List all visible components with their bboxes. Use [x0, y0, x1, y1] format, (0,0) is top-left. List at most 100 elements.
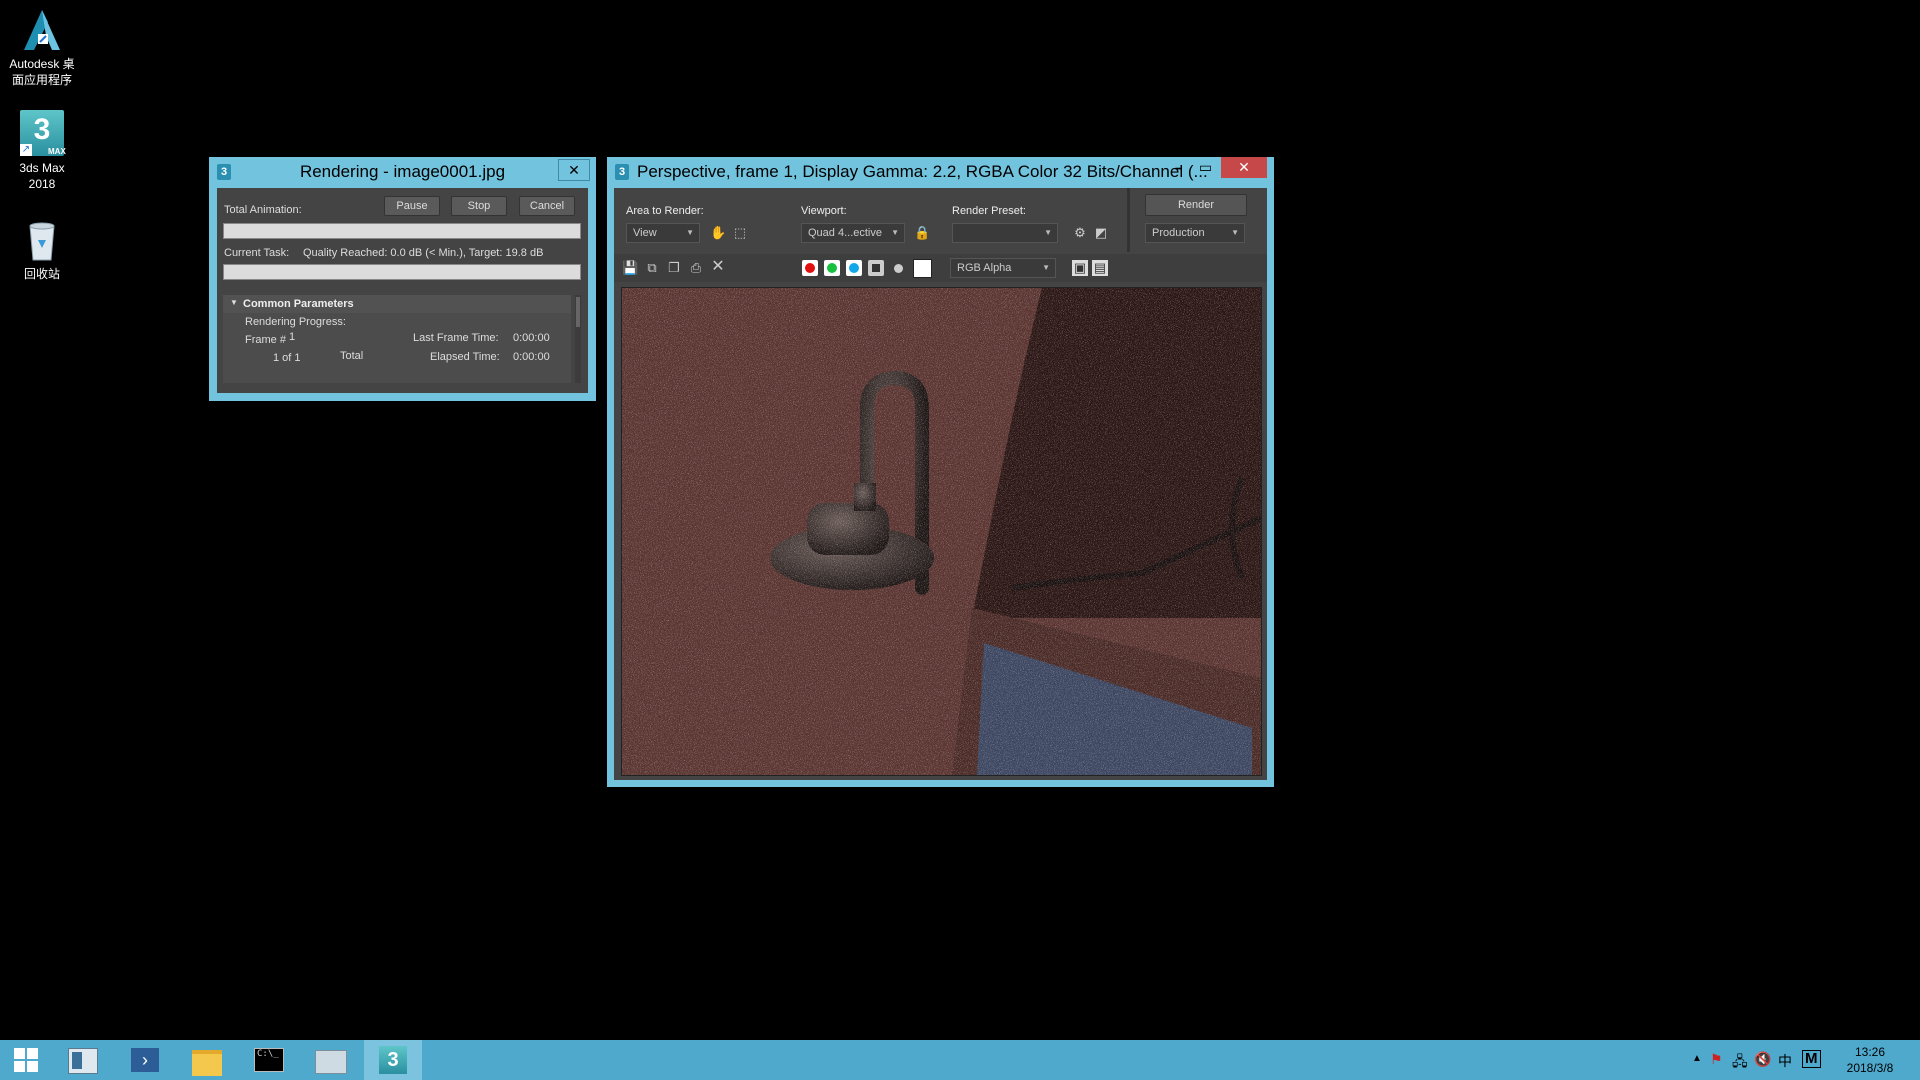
scrollbar[interactable]: [575, 295, 581, 383]
viewport-dropdown[interactable]: Quad 4...ective ▼: [801, 223, 905, 243]
recycle-bin-icon: [18, 216, 66, 264]
close-icon: ✕: [1238, 159, 1250, 175]
monochrome-icon[interactable]: [894, 264, 903, 273]
last-frame-time-value: 0:00:00: [513, 332, 550, 344]
3dsmax-icon: 3: [379, 1046, 407, 1074]
edit-region-icon[interactable]: ✋: [710, 225, 726, 241]
maximize-icon: ▭: [1198, 159, 1213, 175]
3dsmax-icon: 3: [615, 164, 629, 180]
dropdown-arrow-icon: ▼: [1231, 228, 1239, 237]
close-button[interactable]: ✕: [558, 159, 590, 181]
system-tray: ▲ ⚑ 🖧 🔇 中 M 13:26 2018/3/8: [1680, 1040, 1920, 1080]
dropdown-arrow-icon: ▼: [1042, 263, 1050, 272]
elapsed-time-value: 0:00:00: [513, 351, 550, 363]
total-animation-progress-bar: [223, 223, 581, 239]
render-button[interactable]: Render: [1145, 194, 1247, 216]
render-setup-icon[interactable]: ⚙: [1072, 225, 1088, 241]
image-viewer-icon: [315, 1050, 347, 1074]
title-bar[interactable]: 3 Rendering - image0001.jpg ✕: [209, 157, 596, 187]
server-manager-icon: [68, 1048, 98, 1074]
auto-region-icon[interactable]: ⬚: [732, 225, 748, 241]
volume-muted-icon[interactable]: 🔇: [1754, 1051, 1771, 1068]
desktop-icon-3dsmax[interactable]: 3 MAX ↗ 3ds Max 2018: [0, 110, 84, 192]
green-channel-icon: [827, 263, 837, 273]
background-color-swatch[interactable]: [913, 259, 932, 278]
frame-label: Frame #: [245, 334, 286, 346]
channel-dropdown[interactable]: RGB Alpha ▼: [950, 258, 1056, 278]
folder-icon: [192, 1050, 222, 1076]
progress-panel: Total Animation: Pause Stop Cancel Curre…: [217, 188, 588, 393]
desktop-icon-label: 3ds Max 2018: [19, 161, 65, 191]
minimize-icon: ━: [1175, 164, 1182, 175]
ime-indicator[interactable]: M: [1802, 1050, 1821, 1068]
taskbar-server-manager[interactable]: [54, 1040, 112, 1080]
cancel-button[interactable]: Cancel: [519, 196, 575, 216]
rollout-title: Common Parameters: [243, 298, 354, 310]
rendering-progress-label: Rendering Progress:: [245, 316, 346, 328]
desktop-icon-recycle-bin[interactable]: 回收站: [0, 216, 84, 282]
render-preset-label: Render Preset:: [952, 205, 1026, 217]
network-icon[interactable]: 🖧: [1732, 1051, 1748, 1075]
area-to-render-dropdown[interactable]: View ▼: [626, 223, 700, 243]
current-task-progress-bar: [223, 264, 581, 280]
taskbar-3dsmax[interactable]: 3: [364, 1040, 422, 1080]
copy-image-icon[interactable]: ⧉: [644, 260, 660, 276]
frame-toolbar: 💾 ⧉ ❐ ⎙ ✕ RGB Alpha ▼ ▣ ▤: [614, 254, 1267, 282]
rendering-progress-window: 3 Rendering - image0001.jpg ✕ Total Anim…: [209, 157, 596, 401]
autodesk-logo-icon: [18, 6, 66, 54]
lock-icon[interactable]: 🔒: [914, 225, 930, 241]
3dsmax-app-icon: 3 MAX ↗: [18, 110, 66, 158]
green-channel-toggle[interactable]: [824, 260, 840, 276]
current-task-label: Current Task:: [224, 247, 290, 259]
common-parameters-rollout: ▼ Common Parameters Rendering Progress: …: [223, 295, 571, 383]
rollout-header[interactable]: ▼ Common Parameters: [223, 295, 571, 313]
clear-icon[interactable]: ✕: [710, 259, 726, 275]
action-center-flag-icon[interactable]: ⚑: [1710, 1051, 1723, 1068]
show-hidden-icons-chevron-icon[interactable]: ▲: [1692, 1053, 1702, 1064]
clock[interactable]: 13:26 2018/3/8: [1830, 1044, 1910, 1076]
total-label: Total: [340, 350, 364, 362]
blue-channel-icon: [849, 263, 859, 273]
dropdown-arrow-icon: ▼: [686, 228, 694, 237]
print-image-icon[interactable]: ⎙: [688, 260, 704, 276]
toggle-ui-icon[interactable]: ▤: [1092, 260, 1108, 276]
frame-value: 1: [289, 331, 296, 343]
desktop-icon-label: 回收站: [23, 267, 60, 281]
current-task-value: Quality Reached: 0.0 dB (< Min.), Target…: [303, 247, 544, 259]
close-icon: ✕: [568, 162, 580, 178]
taskbar-image-viewer[interactable]: [302, 1040, 360, 1080]
frame-of-value: 1 of 1: [273, 352, 301, 364]
clock-time: 13:26: [1854, 1045, 1886, 1059]
production-dropdown[interactable]: Production ▼: [1145, 223, 1245, 243]
blue-channel-toggle[interactable]: [846, 260, 862, 276]
maximize-button[interactable]: ▭: [1192, 157, 1219, 178]
minimize-button[interactable]: ━: [1165, 157, 1192, 178]
red-channel-toggle[interactable]: [802, 260, 818, 276]
save-image-icon[interactable]: 💾: [622, 260, 638, 276]
title-bar[interactable]: 3 Perspective, frame 1, Display Gamma: 2…: [607, 157, 1274, 187]
taskbar-file-explorer[interactable]: [178, 1040, 236, 1080]
close-button[interactable]: ✕: [1221, 157, 1267, 178]
total-animation-label: Total Animation:: [224, 204, 302, 216]
taskbar: › C:\_ 3 ▲ ⚑ 🖧 🔇 中 M 13:26 2018/3/8: [0, 1040, 1920, 1080]
taskbar-powershell[interactable]: ›: [116, 1040, 174, 1080]
alpha-channel-icon: [872, 264, 880, 272]
taskbar-command-prompt[interactable]: C:\_: [240, 1040, 298, 1080]
toggle-ui-overlay-icon[interactable]: ▣: [1072, 260, 1088, 276]
input-language-icon[interactable]: 中: [1778, 1051, 1792, 1071]
desktop-icon-autodesk[interactable]: Autodesk 桌 面应用程序: [0, 6, 84, 88]
alpha-channel-toggle[interactable]: [868, 260, 884, 276]
pause-button[interactable]: Pause: [384, 196, 440, 216]
stop-button[interactable]: Stop: [451, 196, 507, 216]
red-channel-icon: [805, 263, 815, 273]
frame-window-client: Area to Render: View ▼ ✋ ⬚ Viewport: Quad…: [614, 188, 1267, 780]
last-frame-time-label: Last Frame Time:: [413, 332, 499, 344]
environment-effects-icon[interactable]: ◩: [1093, 225, 1109, 241]
render-preset-dropdown[interactable]: ▼: [952, 223, 1058, 243]
window-title: Perspective, frame 1, Display Gamma: 2.2…: [637, 162, 1208, 181]
start-button[interactable]: [0, 1040, 52, 1080]
clone-frame-window-icon[interactable]: ❐: [666, 260, 682, 276]
viewport-label: Viewport:: [801, 205, 847, 217]
windows-logo-icon: [14, 1048, 38, 1072]
area-to-render-label: Area to Render:: [626, 205, 704, 217]
